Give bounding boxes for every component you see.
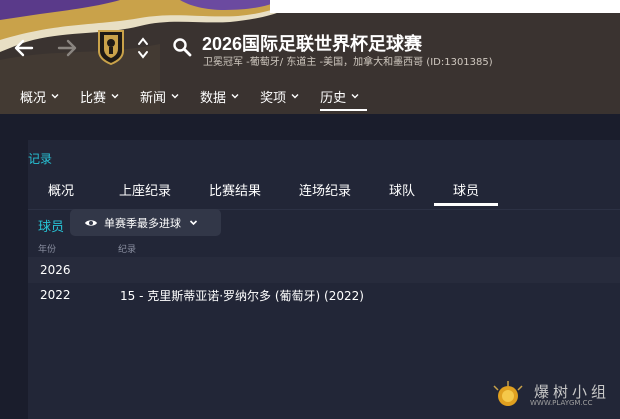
table-row[interactable]: 2026 — [28, 257, 620, 283]
menu-item-awards[interactable]: 奖项 — [260, 84, 310, 108]
chevron-down-icon — [171, 94, 179, 99]
chevron-down-icon — [189, 220, 198, 226]
menu-item-label: 历史 — [320, 90, 347, 106]
tab-label: 球员 — [452, 183, 479, 199]
tab-players[interactable]: 球员 — [434, 172, 498, 206]
search-icon[interactable] — [172, 37, 192, 57]
eye-icon — [85, 219, 97, 226]
top-strip — [270, 0, 620, 13]
tab-label: 球队 — [388, 183, 415, 199]
tab-label: 概况 — [47, 183, 74, 199]
row-year: 2026 — [40, 263, 71, 277]
chevron-down-icon — [231, 94, 239, 99]
record-type-dropdown[interactable]: 单赛季最多进球 — [70, 209, 221, 236]
menu-item-overview[interactable]: 概况 — [0, 84, 70, 108]
menu-item-label: 概况 — [20, 90, 47, 106]
tab-label: 连场纪录 — [298, 183, 351, 199]
table-row[interactable]: 2022 15 - 克里斯蒂亚诺·罗纳尔多 (葡萄牙) (2022) — [28, 282, 620, 308]
column-header-record: 纪录 — [118, 245, 137, 255]
menu-item-history[interactable]: 历史 — [320, 84, 368, 111]
menu-item-news[interactable]: 新闻 — [140, 84, 190, 108]
player-section-label: 球员 — [38, 220, 65, 235]
chevron-down-icon — [351, 94, 359, 99]
tab-label: 上座纪录 — [118, 183, 171, 199]
chevron-down-icon — [51, 94, 59, 99]
menu-item-label: 比赛 — [80, 90, 107, 106]
tab-teams[interactable]: 球队 — [370, 172, 434, 206]
forward-button[interactable] — [55, 36, 79, 60]
arrow-right-icon — [57, 39, 77, 57]
records-section-label: 记录 — [28, 152, 53, 166]
row-year: 2022 — [40, 288, 71, 302]
tab-label: 比赛结果 — [208, 183, 261, 199]
header-bar: 2026国际足联世界杯足球赛 卫冕冠军 -葡萄牙/ 东道主 -美国，加拿大和墨西… — [0, 0, 620, 114]
records-tabs: 概况 上座纪录 比赛结果 连场纪录 球队 球员 — [28, 172, 620, 208]
menu-item-label: 新闻 — [140, 90, 167, 106]
menu-item-stats[interactable]: 数据 — [200, 84, 250, 108]
dropdown-value: 单赛季最多进球 — [104, 216, 181, 230]
column-header-year: 年份 — [38, 245, 57, 255]
tab-results[interactable]: 比赛结果 — [190, 172, 280, 206]
chevron-down-icon — [111, 94, 119, 99]
menu-item-label: 数据 — [200, 90, 227, 106]
back-button[interactable] — [12, 36, 36, 60]
arrow-left-icon — [14, 39, 34, 57]
chevron-down-icon — [291, 94, 299, 99]
main-menu: 概况 比赛 新闻 数据 奖项 历史 — [0, 84, 368, 111]
tab-attendance[interactable]: 上座纪录 — [100, 172, 190, 206]
row-record: 15 - 克里斯蒂亚诺·罗纳尔多 (葡萄牙) (2022) — [120, 288, 364, 303]
page-subtitle: 卫冕冠军 -葡萄牙/ 东道主 -美国，加拿大和墨西哥 (ID:1301385) — [203, 57, 493, 68]
tab-overview[interactable]: 概况 — [28, 172, 94, 206]
competition-crest-icon[interactable] — [96, 29, 126, 65]
tab-streaks[interactable]: 连场纪录 — [280, 172, 370, 206]
menu-item-matches[interactable]: 比赛 — [80, 84, 130, 108]
watermark-url: WWW.PLAYGM.CC — [530, 399, 593, 407]
up-down-chevron-icon[interactable] — [136, 34, 150, 62]
menu-item-label: 奖项 — [260, 90, 287, 106]
